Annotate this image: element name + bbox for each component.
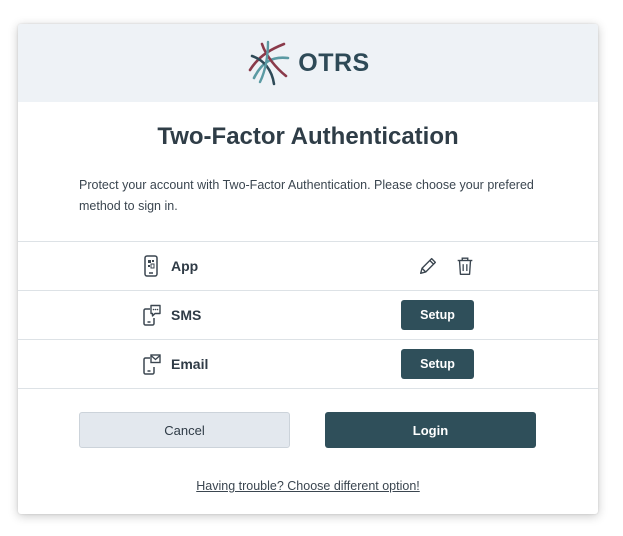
card-header: OTRS [18, 24, 598, 102]
otrs-logo-icon [248, 40, 290, 86]
method-list: App SMS Setup Email Setup [18, 241, 598, 389]
page-title: Two-Factor Authentication [157, 123, 459, 150]
choose-different-option-link[interactable]: Having trouble? Choose different option! [18, 479, 598, 493]
method-label-app: App [171, 258, 199, 274]
edit-icon[interactable] [417, 255, 439, 277]
method-row-email: Email Setup [18, 340, 598, 389]
logo-text: OTRS [298, 48, 370, 77]
mobile-app-icon [144, 255, 158, 277]
method-label-email: Email [171, 356, 209, 372]
cancel-button[interactable]: Cancel [79, 412, 290, 448]
login-button[interactable]: Login [325, 412, 536, 448]
method-row-sms: SMS Setup [18, 291, 598, 340]
method-row-app: App [18, 242, 598, 291]
action-bar: Cancel Login [18, 389, 598, 479]
email-setup-button[interactable]: Setup [401, 349, 474, 379]
description-text: Protect your account with Two-Factor Aut… [79, 178, 534, 213]
sms-setup-button[interactable]: Setup [401, 300, 474, 330]
sms-phone-icon [143, 304, 161, 326]
email-phone-icon [143, 354, 161, 375]
otrs-logo: OTRS [246, 40, 369, 86]
two-factor-card: OTRS Two-Factor Authentication Protect y… [18, 24, 598, 514]
trash-icon[interactable] [454, 255, 476, 277]
method-label-sms: SMS [171, 307, 202, 323]
